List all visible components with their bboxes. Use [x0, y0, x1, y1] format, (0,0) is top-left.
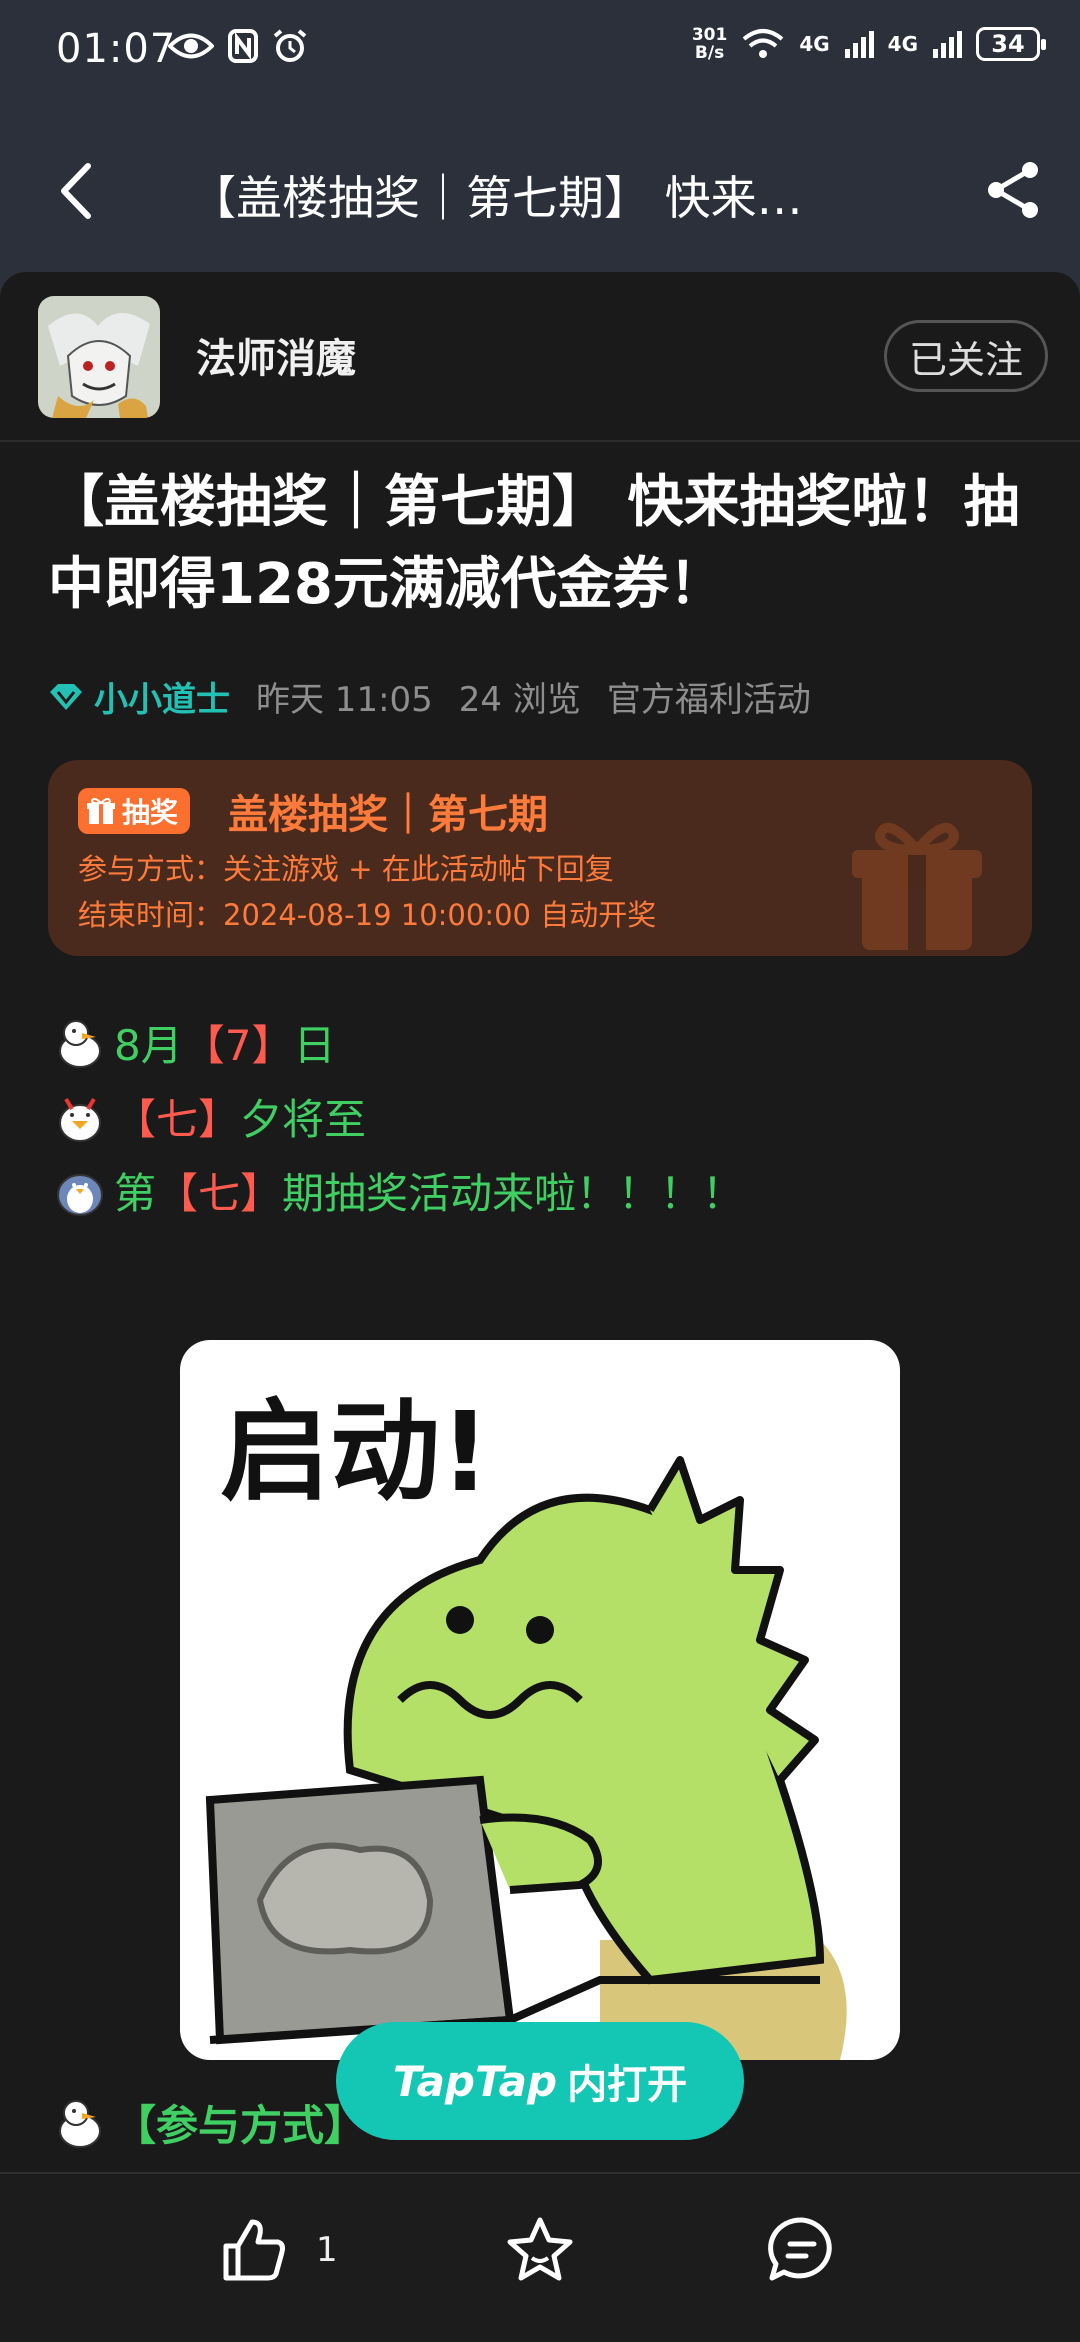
nfc-icon: [228, 29, 258, 63]
status-icons-right: 301 B/s 4G 4G 34: [691, 25, 1046, 63]
back-arrow-icon: [61, 163, 91, 219]
lottery-end-time: 结束时间：2024-08-19 10:00:00 自动开奖: [78, 898, 657, 932]
post-title: 【盖楼抽奖｜第七期】 快来抽奖啦！抽中即得128元满减代金券！: [48, 470, 1020, 617]
lottery-join-method: 参与方式：关注游戏 + 在此活动帖下回复: [78, 852, 614, 886]
gift-icon: [87, 797, 115, 824]
top-nav: 【盖楼抽奖｜第七期】 快来…: [0, 110, 1080, 270]
follow-button[interactable]: 已关注: [883, 320, 1048, 392]
duck-emoji-icon: [59, 2099, 101, 2148]
diamond-icon: [50, 683, 82, 710]
back-button[interactable]: [50, 156, 110, 226]
net-speed: 301 B/s: [691, 25, 728, 63]
battery-icon: 34: [976, 27, 1046, 61]
post-meta: 小小道士 昨天 11:05 24 浏览 官方福利活动: [48, 672, 811, 721]
wifi-icon: [743, 29, 784, 58]
share-button[interactable]: [982, 158, 1046, 222]
thumbs-up-icon: [223, 2219, 285, 2281]
comment-button[interactable]: [766, 2214, 838, 2286]
body-line-2: 【七】 夕将至: [52, 1086, 366, 1147]
post-content: 法师消魔 已关注 【盖楼抽奖｜第七期】 快来抽奖啦！抽中即得128元满减代金券！…: [0, 272, 1080, 2172]
taptap-logo: TapTap: [392, 2056, 558, 2106]
favorite-button[interactable]: [504, 2214, 576, 2286]
status-time: 01:07: [56, 26, 177, 72]
body-line-3: 第【七】 期抽奖活动来啦！！！！: [52, 1160, 744, 1221]
post-time: 昨天 11:05: [256, 680, 433, 720]
alarm-icon: [273, 29, 307, 62]
like-button[interactable]: 1: [218, 2214, 338, 2286]
bottom-action-bar: 1: [0, 2172, 1080, 2342]
status-icons-left: [168, 28, 308, 64]
lottery-title: 盖楼抽奖｜第七期: [228, 792, 548, 838]
duck-emoji-icon: [59, 1019, 101, 1068]
author-row: 法师消魔 已关注: [0, 272, 1080, 442]
author-name[interactable]: 法师消魔: [196, 326, 356, 384]
eye-icon: [168, 33, 214, 59]
post-category[interactable]: 官方福利活动: [607, 672, 811, 721]
dinosaur-sticker[interactable]: 启动!: [180, 1340, 900, 2060]
sticker-text: 启动!: [220, 1388, 490, 1516]
open-in-taptap-button[interactable]: TapTap 内打开: [336, 2022, 744, 2140]
signal-icon: [844, 31, 874, 58]
post-views: 24 浏览: [458, 680, 581, 720]
gift-icon: [852, 822, 982, 950]
share-icon: [988, 162, 1038, 218]
signal-label-1: 4G: [799, 32, 830, 56]
signal-icon: [933, 31, 962, 58]
penguin-emoji-icon: [57, 1173, 103, 1216]
duck-emoji-icon: [59, 1097, 101, 1142]
lottery-card[interactable]: 抽奖 盖楼抽奖｜第七期 参与方式：关注游戏 + 在此活动帖下回复 结束时间：20…: [48, 760, 1032, 956]
lottery-badge: 抽奖: [78, 788, 191, 834]
section-heading: 【参与方式】: [52, 2092, 366, 2153]
like-count: 1: [316, 2230, 338, 2270]
nav-title: 【盖楼抽奖｜第七期】 快来…: [190, 171, 803, 225]
signal-label-2: 4G: [887, 32, 918, 56]
post-user[interactable]: 小小道士: [94, 672, 230, 721]
star-icon: [507, 2217, 573, 2281]
comment-icon: [768, 2217, 832, 2281]
body-line-1: 8月 【7】日: [52, 1012, 335, 1073]
avatar[interactable]: [38, 296, 160, 418]
status-bar: 01:07 301 B/s 4G 4G 34: [0, 0, 1080, 110]
